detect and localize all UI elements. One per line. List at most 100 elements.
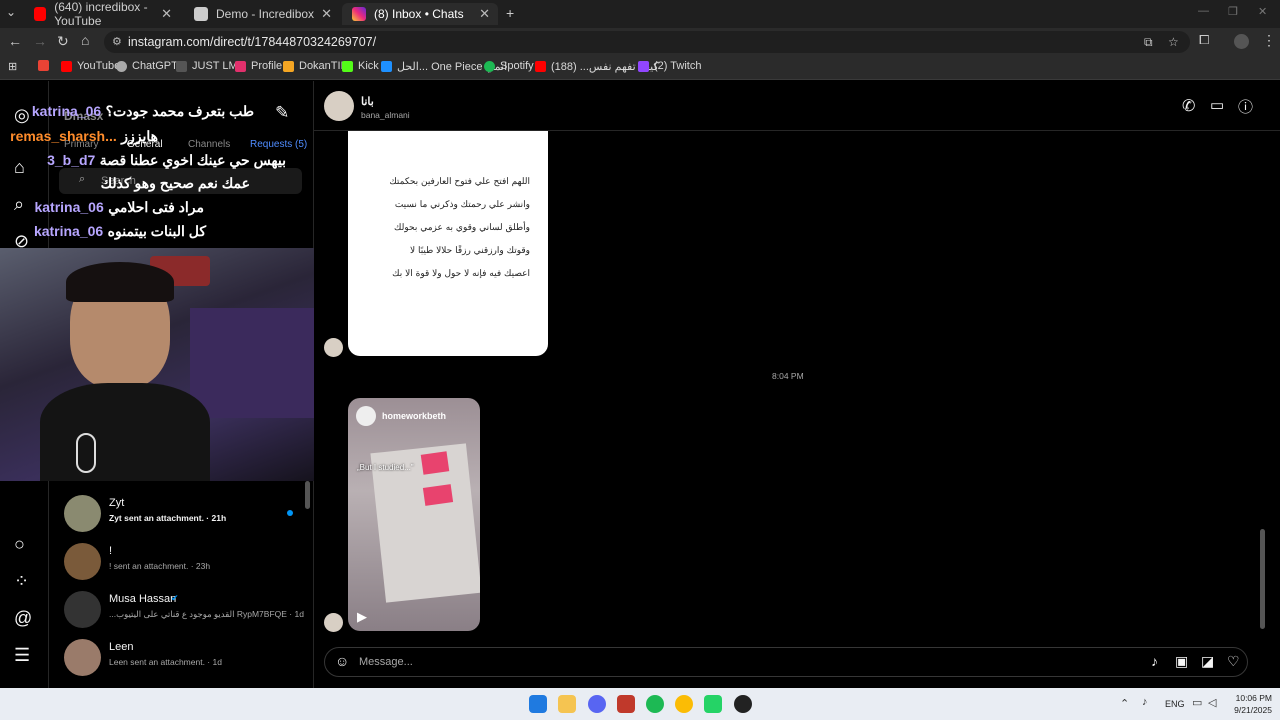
chat-line: remas_sharsh... هايززز (10, 128, 158, 146)
conversation-preview: Leen sent an attachment. · 1d (109, 657, 222, 667)
inbox-scrollbar[interactable] (305, 481, 310, 509)
message-input-placeholder: Message... (359, 656, 413, 668)
volume-icon[interactable]: ◁ (1208, 696, 1216, 709)
shared-reel-message[interactable]: homeworkbeth „But I studied..." ▶ (348, 398, 480, 631)
bookmark-label: YouTube (77, 60, 121, 72)
chrome-icon[interactable] (675, 695, 693, 713)
avatar (64, 495, 101, 532)
info-icon[interactable]: ⓘ (1238, 96, 1253, 117)
threads-circle-icon[interactable]: ○ (14, 534, 25, 555)
chat-username: katrina_06 (34, 199, 104, 215)
conversation-name: Zyt (109, 497, 125, 509)
url-text: instagram.com/direct/t/17844870324269707… (128, 35, 377, 49)
bookmark-label: Kick (358, 60, 379, 72)
chat-line: katrina_06 مراد فتى احلامي (34, 199, 204, 217)
install-app-icon[interactable]: ⧉ (1144, 31, 1153, 53)
chat-scrollbar[interactable] (1260, 529, 1265, 629)
obs-app-icon[interactable] (617, 695, 635, 713)
maximize-icon[interactable]: ❐ (1228, 5, 1238, 18)
person-hair (66, 262, 174, 302)
sticker-icon[interactable]: ◪ (1201, 653, 1214, 670)
conversation-preview: ...القديو موجود ع قناتي على اليتيوب RypM… (109, 609, 304, 619)
emoji-icon[interactable]: ☺ (335, 653, 349, 669)
apps-grid-icon[interactable]: ⊞ (8, 60, 17, 73)
reload-icon[interactable]: ↻ (57, 33, 69, 50)
close-icon[interactable]: ✕ (479, 6, 490, 22)
forward-icon[interactable]: → (33, 33, 47, 49)
poem-text: اللهم افتح علي فتوح العارفين بحكمتك وانش… (366, 171, 530, 286)
instagram-icon (352, 7, 366, 21)
sender-avatar (324, 613, 343, 632)
tray-mic-icon[interactable]: ♪ (1142, 696, 1148, 708)
close-icon[interactable]: ✕ (321, 6, 332, 22)
gmail-icon[interactable] (38, 60, 49, 71)
microphone-icon[interactable]: ♪ (1151, 653, 1158, 669)
back-icon[interactable]: ← (8, 33, 22, 49)
chat-text: عمك نعم صحيح وهو كذلك (100, 175, 250, 191)
whatsapp-icon[interactable] (704, 695, 722, 713)
bookmark-star-icon[interactable]: ☆ (1168, 31, 1179, 53)
menu-kebab-icon[interactable]: ⋮ (1262, 32, 1276, 49)
dokantip-icon (283, 60, 294, 72)
conversation-item[interactable]: Musa Hassan ✔ ...القديو موجود ع قناتي عل… (63, 589, 304, 635)
poem-line: وقوتك وارزقني رزقًا حلالا طيبًا لا (409, 246, 530, 256)
youtube-icon (535, 61, 546, 72)
bookmark-youtube[interactable]: YouTube (61, 60, 120, 72)
phone-call-icon[interactable]: ✆ (1182, 96, 1195, 116)
home-icon[interactable]: ⌂ (81, 32, 89, 48)
obs-studio-icon[interactable] (734, 695, 752, 713)
bookmark-chatgpt[interactable]: ChatGPT (116, 60, 178, 72)
conversation-item[interactable]: Zyt Zyt sent an attachment. · 21h (63, 493, 303, 539)
bookmark-label: Spotify (500, 60, 534, 72)
tab-instagram[interactable]: (8) Inbox • Chats ✕ (342, 3, 498, 25)
poem-line: وأطلق لساني وقوي به عزمي بحولك (394, 223, 530, 233)
chatgpt-icon (116, 60, 127, 72)
profile-avatar[interactable] (1234, 34, 1249, 49)
shared-image-message[interactable]: اللهم افتح علي فتوح العارفين بحكمتك وانش… (348, 131, 548, 356)
conversation-item[interactable]: Leen Leen sent an attachment. · 1d (63, 637, 303, 683)
tray-overflow-icon[interactable]: ⌃ (1120, 697, 1129, 710)
tab-list-icon[interactable]: ⌄ (6, 5, 16, 19)
language-indicator[interactable]: ENG (1165, 699, 1185, 709)
heart-icon[interactable]: ♡ (1227, 653, 1240, 670)
close-window-icon[interactable]: ✕ (1258, 5, 1267, 18)
contact-avatar[interactable] (324, 91, 354, 121)
bookmark-spotify[interactable]: Spotify (484, 60, 534, 72)
poem-line: اعصيك فيه فإنه لا حول ولا قوة الا بك (392, 269, 530, 279)
menu-icon[interactable]: ☰ (14, 645, 30, 666)
contact-handle: bana_almani (361, 110, 410, 120)
extensions-icon[interactable]: ⧠ (1199, 32, 1209, 48)
message-composer[interactable]: ☺ Message... ♪ ▣ ◪ ♡ (324, 647, 1248, 677)
sticky-note (420, 451, 450, 475)
new-tab-icon[interactable]: + (506, 5, 514, 21)
message-timestamp: 8:04 PM (772, 371, 804, 381)
discord-icon[interactable] (588, 695, 606, 713)
image-upload-icon[interactable]: ▣ (1175, 653, 1188, 670)
tab-title: Demo - Incredibox (216, 7, 315, 21)
more-apps-icon[interactable]: ⁘ (14, 571, 29, 592)
reel-icon: ▶ (357, 609, 367, 624)
bookmark-kick[interactable]: Kick (342, 60, 379, 72)
file-explorer-icon[interactable] (558, 695, 576, 713)
video-call-icon[interactable]: ▭ (1210, 96, 1224, 114)
tab-youtube[interactable]: (640) incredibox - YouTube ✕ (24, 0, 180, 28)
threads-icon[interactable]: @ (14, 608, 32, 629)
tab-incredibox[interactable]: Demo - Incredibox ✕ (184, 3, 340, 25)
close-icon[interactable]: ✕ (161, 6, 172, 22)
network-icon[interactable]: ▭ (1192, 696, 1202, 709)
avatar (64, 639, 101, 676)
reel-author-avatar (356, 406, 376, 426)
spotify-icon[interactable] (646, 695, 664, 713)
bookmark-twitch[interactable]: (2) Twitch (638, 60, 701, 72)
minimize-icon[interactable]: — (1198, 5, 1209, 17)
chat-text: بيهس حي عينك اخوي عطنا قصة (99, 152, 286, 168)
clock-date[interactable]: 9/21/2025 (1224, 705, 1272, 715)
clock-time[interactable]: 10:06 PM (1232, 693, 1272, 703)
contact-name[interactable]: بانا (361, 95, 374, 108)
bookmark-profile[interactable]: Profile (235, 60, 282, 72)
conversation-item[interactable]: ! ! sent an attachment. · 23h (63, 541, 303, 587)
site-info-icon[interactable]: ⚙ (112, 31, 122, 53)
bookmark-dokantip[interactable]: DokanTIP (283, 60, 348, 72)
start-icon[interactable] (529, 695, 547, 713)
url-bar[interactable]: ⚙ instagram.com/direct/t/178448703242697… (104, 31, 1190, 53)
